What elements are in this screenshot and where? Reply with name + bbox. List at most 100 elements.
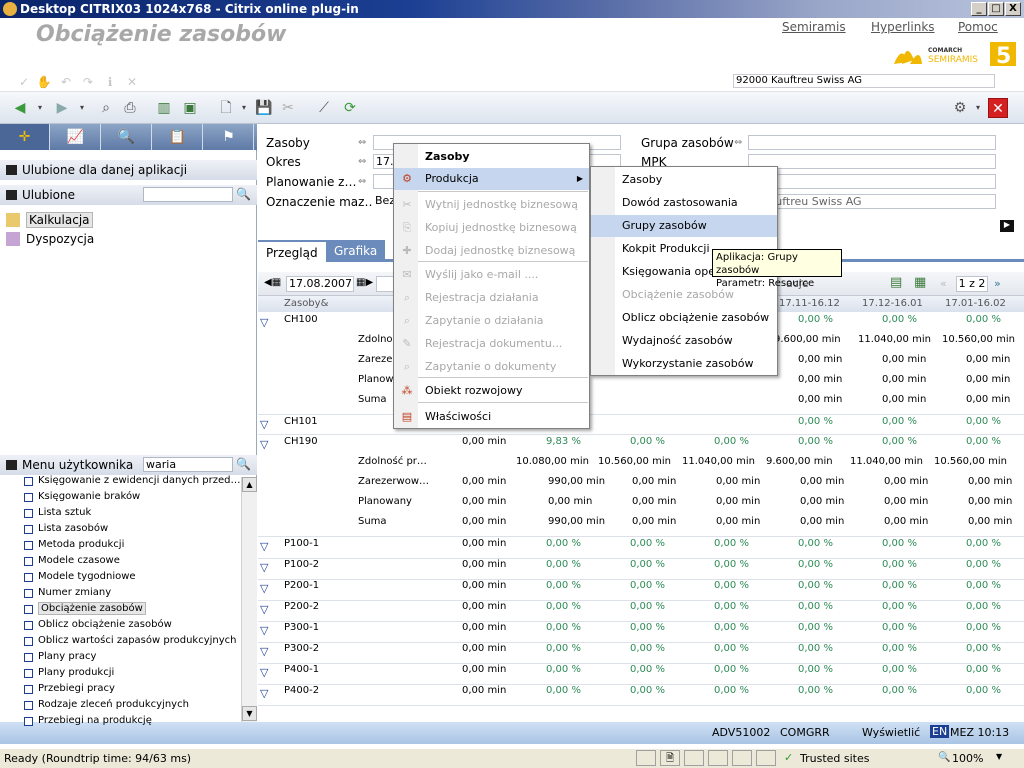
date-input[interactable]: 17.08.2007	[286, 276, 354, 292]
menu-item[interactable]: Numer zmiany	[24, 585, 111, 601]
tab-favorites-icon[interactable]: ⚑	[204, 124, 254, 150]
zoom-level[interactable]: 100%	[952, 752, 983, 765]
tab-navigator-icon[interactable]: ✛	[0, 124, 50, 150]
menu-item[interactable]: Obciążenie zasobów	[24, 601, 146, 617]
tools-dropdown-icon[interactable]: ▾	[968, 98, 988, 118]
search-icon[interactable]: 🔍	[236, 187, 252, 203]
back-arrow-icon[interactable]: ◀	[10, 98, 30, 118]
menu-item[interactable]: Przebiegi na produkcję	[24, 713, 152, 729]
first-page-icon[interactable]: «	[940, 277, 947, 290]
submenu-item[interactable]: Zasoby	[591, 169, 777, 191]
layout-icon[interactable]: ▥	[154, 98, 174, 118]
menu-item[interactable]: Rodzaje zleceń produkcyjnych	[24, 697, 189, 713]
context-menu-item[interactable]: ⌕ Zapytanie o dokumenty	[394, 356, 589, 378]
menu-item[interactable]: Lista zasobów	[24, 521, 108, 537]
status-action[interactable]: Wyświetlić	[862, 726, 920, 739]
window-icon[interactable]: ▣	[180, 98, 200, 118]
filter-funnel-icon[interactable]: ▽	[260, 316, 274, 329]
context-menu-item[interactable]: ✉ Wyślij jako e-mail ....	[394, 264, 589, 286]
col-header-zasoby[interactable]: Zasoby&	[284, 298, 328, 309]
filter-funnel-icon[interactable]: ▽	[260, 561, 274, 574]
context-menu-item[interactable]: ⎘ Kopiuj jednostkę biznesową	[394, 217, 589, 239]
filter-funnel-icon[interactable]: ▽	[260, 666, 274, 679]
mpk-input[interactable]	[748, 154, 996, 169]
menu-scrollbar[interactable]: ▲ ▼	[241, 477, 257, 722]
export-icon[interactable]: ▤	[890, 275, 902, 290]
company-field[interactable]: 92000 Kauftreu Swiss AG	[733, 74, 995, 88]
context-menu-item[interactable]: ✎ Rejestracja dokumentu...	[394, 333, 589, 355]
chart-icon[interactable]: ⟋	[314, 98, 334, 118]
link-arrow-icon[interactable]: ⇔	[358, 156, 366, 167]
undo-icon[interactable]: ↶	[58, 74, 74, 90]
context-menu-item[interactable]: ✂ Wytnij jednostkę biznesową	[394, 194, 589, 216]
forward-arrow-icon[interactable]: ▶	[52, 98, 72, 118]
forward-dropdown-icon[interactable]: ▾	[72, 98, 92, 118]
link-pomoc[interactable]: Pomoc	[958, 20, 998, 34]
language-badge[interactable]: EN	[930, 725, 950, 738]
exit-icon[interactable]: ✕	[988, 98, 1008, 118]
company-input[interactable]: 0 Kauftreu Swiss AG	[748, 194, 996, 209]
filter-funnel-icon[interactable]: ▽	[260, 603, 274, 616]
submenu-item[interactable]: Oblicz obciążenie zasobów	[591, 307, 777, 329]
field-input-3[interactable]	[748, 174, 996, 189]
submenu-item[interactable]: Grupy zasobów	[591, 215, 777, 237]
close-icon[interactable]: ✕	[124, 74, 140, 90]
filter-funnel-icon[interactable]: ▽	[260, 624, 274, 637]
menu-item[interactable]: Modele czasowe	[24, 553, 120, 569]
check-icon[interactable]: ✓	[16, 74, 32, 90]
filter-funnel-icon[interactable]: ▽	[260, 645, 274, 658]
pager-field[interactable]: 1 z 2	[956, 276, 988, 292]
save-icon[interactable]: 💾	[254, 98, 274, 118]
link-hyperlinks[interactable]: Hyperlinks	[871, 20, 935, 34]
link-arrow-icon[interactable]: ⇔	[358, 137, 366, 148]
menu-item[interactable]: Plany pracy	[24, 649, 96, 665]
window-titlebar[interactable]: Desktop CITRIX03 1024x768 - Citrix onlin…	[0, 0, 1024, 18]
link-semiramis[interactable]: Semiramis	[782, 20, 846, 34]
scroll-up-icon[interactable]: ▲	[242, 477, 257, 492]
filter-funnel-icon[interactable]: ▽	[260, 582, 274, 595]
menu-item[interactable]: Przebiegi pracy	[24, 681, 115, 697]
delete-icon[interactable]: ✂	[278, 98, 298, 118]
expand-icon[interactable]: ▶	[1000, 220, 1014, 232]
favorite-item-kalkulacja[interactable]: Kalkulacja	[6, 211, 93, 229]
menu-item[interactable]: Księgowanie z ewidencji danych przed…	[24, 473, 240, 489]
tab-search-icon[interactable]: 🔍	[102, 124, 152, 150]
tab-chart-icon[interactable]: 📈	[51, 124, 101, 150]
minimize-button[interactable]: _	[971, 2, 987, 16]
info-icon[interactable]: ℹ	[102, 74, 118, 90]
last-page-icon[interactable]: »	[994, 277, 1001, 290]
next-period-icon[interactable]: ▦▶	[356, 277, 373, 288]
hand-icon[interactable]: ✋	[36, 74, 52, 90]
tab-grafika[interactable]: Grafika	[326, 240, 386, 262]
filter-funnel-icon[interactable]: ▽	[260, 438, 274, 451]
zoom-icon[interactable]: 🔍	[938, 752, 950, 763]
back-dropdown-icon[interactable]: ▾	[30, 98, 50, 118]
grid-settings-icon[interactable]: ▦	[914, 275, 926, 290]
prev-period-icon[interactable]: ◀▦	[264, 277, 281, 288]
maximize-button[interactable]: □	[988, 2, 1004, 16]
link-arrow-icon[interactable]: ⇔	[734, 137, 742, 148]
grupa-input[interactable]	[748, 135, 996, 150]
favorite-item-dyspozycja[interactable]: Dyspozycja	[6, 230, 94, 248]
print-icon[interactable]: ⎙	[120, 98, 140, 118]
context-menu-item[interactable]: ✚ Dodaj jednostkę biznesową	[394, 240, 589, 262]
menu-item[interactable]: Oblicz obciążenie zasobów	[24, 617, 172, 633]
new-dropdown-icon[interactable]: ▾	[234, 98, 254, 118]
filter-funnel-icon[interactable]: ▽	[260, 540, 274, 553]
submenu-item[interactable]: Wydajność zasobów	[591, 330, 777, 352]
tab-przeglad[interactable]: Przegląd	[258, 240, 326, 262]
search-docs-icon[interactable]: ⌕	[96, 98, 116, 118]
menu-item[interactable]: Oblicz wartości zapasów produkcyjnych	[24, 633, 236, 649]
submenu-item[interactable]: Dowód zastosowania	[591, 192, 777, 214]
menu-item[interactable]: Księgowanie braków	[24, 489, 140, 505]
menu-item[interactable]: Lista sztuk	[24, 505, 91, 521]
menu-item[interactable]: Modele tygodniowe	[24, 569, 136, 585]
menu-item[interactable]: Plany produkcji	[24, 665, 114, 681]
favorites-app-header[interactable]: Ulubione dla danej aplikacji	[0, 160, 257, 180]
user-menu-search-input[interactable]: waria	[143, 457, 233, 472]
link-arrow-icon[interactable]: ⇔	[358, 176, 366, 187]
filter-funnel-icon[interactable]: ▽	[260, 687, 274, 700]
menu-item[interactable]: Metoda produkcji	[24, 537, 124, 553]
col-period-1[interactable]: 17.11-16.12	[779, 298, 840, 309]
context-menu-item[interactable]: ⌕ Zapytanie o działania	[394, 310, 589, 332]
